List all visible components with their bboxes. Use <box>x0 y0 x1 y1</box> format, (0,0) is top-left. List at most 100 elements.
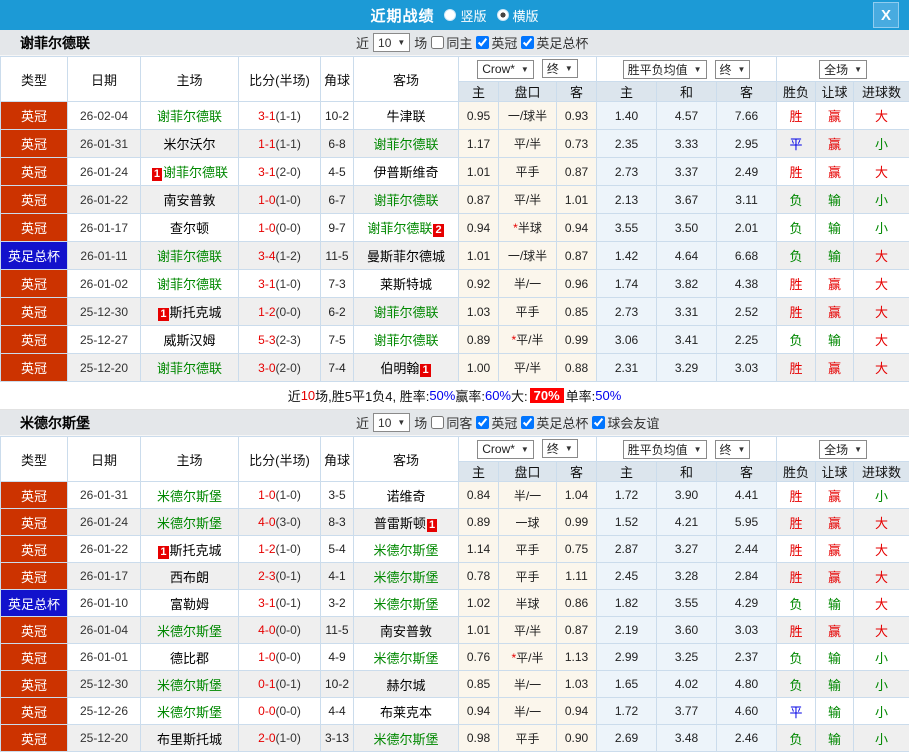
match-row: 英冠26-01-31米尔沃尔1-1(1-1)6-8谢菲尔德联1.17平/半0.7… <box>1 130 909 158</box>
halftime-score: (1-0) <box>276 277 301 291</box>
fulltime-score: 1-2 <box>258 542 275 556</box>
asian-handicap: 平手 <box>499 536 557 563</box>
result-outcome-text: 胜 <box>790 570 803 585</box>
result-handicap: 赢 <box>816 617 854 644</box>
fulltime-score: 3-1 <box>258 277 275 291</box>
league-filter-1-checkbox[interactable] <box>521 416 534 429</box>
column-header: 角球 <box>321 437 354 482</box>
asian-home-odds: 1.01 <box>459 617 499 644</box>
same-venue[interactable]: 同主 <box>431 33 472 52</box>
europe-time-select[interactable]: 终▼ <box>715 60 751 79</box>
league-filter-1-checkbox[interactable] <box>521 36 534 49</box>
asian-time-select[interactable]: 终▼ <box>542 59 578 78</box>
layout-vertical-option[interactable]: 竖版 <box>444 6 486 25</box>
europe-time-select[interactable]: 终▼ <box>715 440 751 459</box>
team-name: 米德尔斯堡 <box>373 570 438 585</box>
europe-draw-odds: 3.77 <box>657 698 717 725</box>
handicap-text: 半/一 <box>514 489 541 503</box>
summary-segment: 50% <box>595 388 621 403</box>
europe-draw-odds: 3.48 <box>657 725 717 752</box>
result-handicap-text: 赢 <box>828 516 841 531</box>
team-name: 谢菲尔德联 <box>157 109 222 124</box>
close-button[interactable]: X <box>873 2 899 28</box>
match-count-select[interactable]: 10▼ <box>373 33 410 52</box>
asian-home-odds: 1.02 <box>459 590 499 617</box>
match-row: 英冠26-01-221斯托克城1-2(1-0)5-4米德尔斯堡1.14平手0.7… <box>1 536 909 563</box>
league-filter-1[interactable]: 英足总杯 <box>521 33 588 52</box>
league-filter-2[interactable]: 球会友谊 <box>592 413 659 432</box>
corner-score: 6-8 <box>321 130 354 158</box>
result-outcome: 胜 <box>777 509 816 536</box>
match-count-select-value: 10 <box>378 416 391 430</box>
near-label: 近 <box>356 33 369 52</box>
league-filter-2-checkbox[interactable] <box>592 416 605 429</box>
team-name: 伊普斯维奇 <box>373 165 438 180</box>
result-goals-text: 小 <box>875 678 888 693</box>
same-venue-checkbox[interactable] <box>431 416 444 429</box>
europe-draw-odds: 3.27 <box>657 536 717 563</box>
scope-select[interactable]: 全场▼ <box>819 440 867 459</box>
team-name: 威斯汉姆 <box>163 333 215 348</box>
handicap-text: 平手 <box>515 732 539 746</box>
europe-average-select[interactable]: 胜平负均值▼ <box>623 60 707 79</box>
vertical-radio-label: 竖版 <box>460 6 486 25</box>
league-filter-0[interactable]: 英冠 <box>476 33 517 52</box>
league-filter-0-checkbox[interactable] <box>476 416 489 429</box>
match-score: 3-1(1-1) <box>239 102 321 130</box>
rank-badge: 2 <box>433 224 443 237</box>
column-header: 类型 <box>1 437 68 482</box>
asian-handicap: 平/半 <box>499 354 557 382</box>
league-filter-0-checkbox[interactable] <box>476 36 489 49</box>
vertical-radio[interactable] <box>444 9 456 21</box>
europe-home-odds: 1.74 <box>597 270 657 298</box>
result-goals: 小 <box>854 214 909 242</box>
section-header: 米德尔斯堡近10▼场同客英冠英足总杯球会友谊 <box>0 410 909 436</box>
europe-average-select[interactable]: 胜平负均值▼ <box>623 440 707 459</box>
match-score: 1-2(1-0) <box>239 536 321 563</box>
team-name: 谢菲尔德联 <box>373 137 438 152</box>
summary-segment: 赢率: <box>455 386 485 405</box>
asian-time-select[interactable]: 终▼ <box>542 439 578 458</box>
scope-select[interactable]: 全场▼ <box>819 60 867 79</box>
asian-home-odds: 0.76 <box>459 644 499 671</box>
corner-score: 3-5 <box>321 482 354 509</box>
halftime-score: (0-1) <box>276 596 301 610</box>
stats-summary: 近10场,胜5平1负4, 胜率:50% 赢率:60% 大:70% 单率:50% <box>0 382 909 410</box>
match-score: 1-0(1-0) <box>239 482 321 509</box>
same-venue-checkbox[interactable] <box>431 36 444 49</box>
bookmaker-select[interactable]: Crow*▼ <box>477 60 534 79</box>
league-filter-1[interactable]: 英足总杯 <box>521 413 588 432</box>
layout-horizontal-option[interactable]: 横版 <box>497 6 539 25</box>
league-filter-0[interactable]: 英冠 <box>476 413 517 432</box>
column-header: 主场 <box>141 57 239 102</box>
sub-column-header: 和 <box>657 82 717 102</box>
match-score: 1-2(0-0) <box>239 298 321 326</box>
dropdown-arrow-icon: ▼ <box>565 64 573 73</box>
team-name: 赫尔城 <box>386 678 425 693</box>
europe-away-odds: 2.52 <box>717 298 777 326</box>
fulltime-score: 3-1 <box>258 596 275 610</box>
team-cell: 谢菲尔德联 <box>141 102 239 130</box>
sub-column-header: 主 <box>459 82 499 102</box>
europe-odds-group: 胜平负均值▼ 终▼ <box>597 57 777 82</box>
result-goals-text: 大 <box>875 165 888 180</box>
title-group: 近期战绩 竖版 横版 <box>370 5 538 26</box>
halftime-score: (1-1) <box>276 109 301 123</box>
sub-column-header: 主 <box>597 462 657 482</box>
horizontal-radio[interactable] <box>497 9 509 21</box>
result-goals: 大 <box>854 590 909 617</box>
match-count-select[interactable]: 10▼ <box>373 413 410 432</box>
corner-score: 6-2 <box>321 298 354 326</box>
europe-draw-odds: 3.60 <box>657 617 717 644</box>
asian-home-odds: 1.17 <box>459 130 499 158</box>
match-row: 英冠25-12-301斯托克城1-2(0-0)6-2谢菲尔德联1.03平手0.8… <box>1 298 909 326</box>
result-outcome: 负 <box>777 725 816 752</box>
result-goals: 大 <box>854 270 909 298</box>
same-venue[interactable]: 同客 <box>431 413 472 432</box>
bookmaker-select[interactable]: Crow*▼ <box>477 440 534 459</box>
team-cell: 富勒姆 <box>141 590 239 617</box>
corner-score: 4-1 <box>321 563 354 590</box>
europe-draw-odds: 3.50 <box>657 214 717 242</box>
europe-draw-odds: 4.21 <box>657 509 717 536</box>
fulltime-score: 1-0 <box>258 650 275 664</box>
